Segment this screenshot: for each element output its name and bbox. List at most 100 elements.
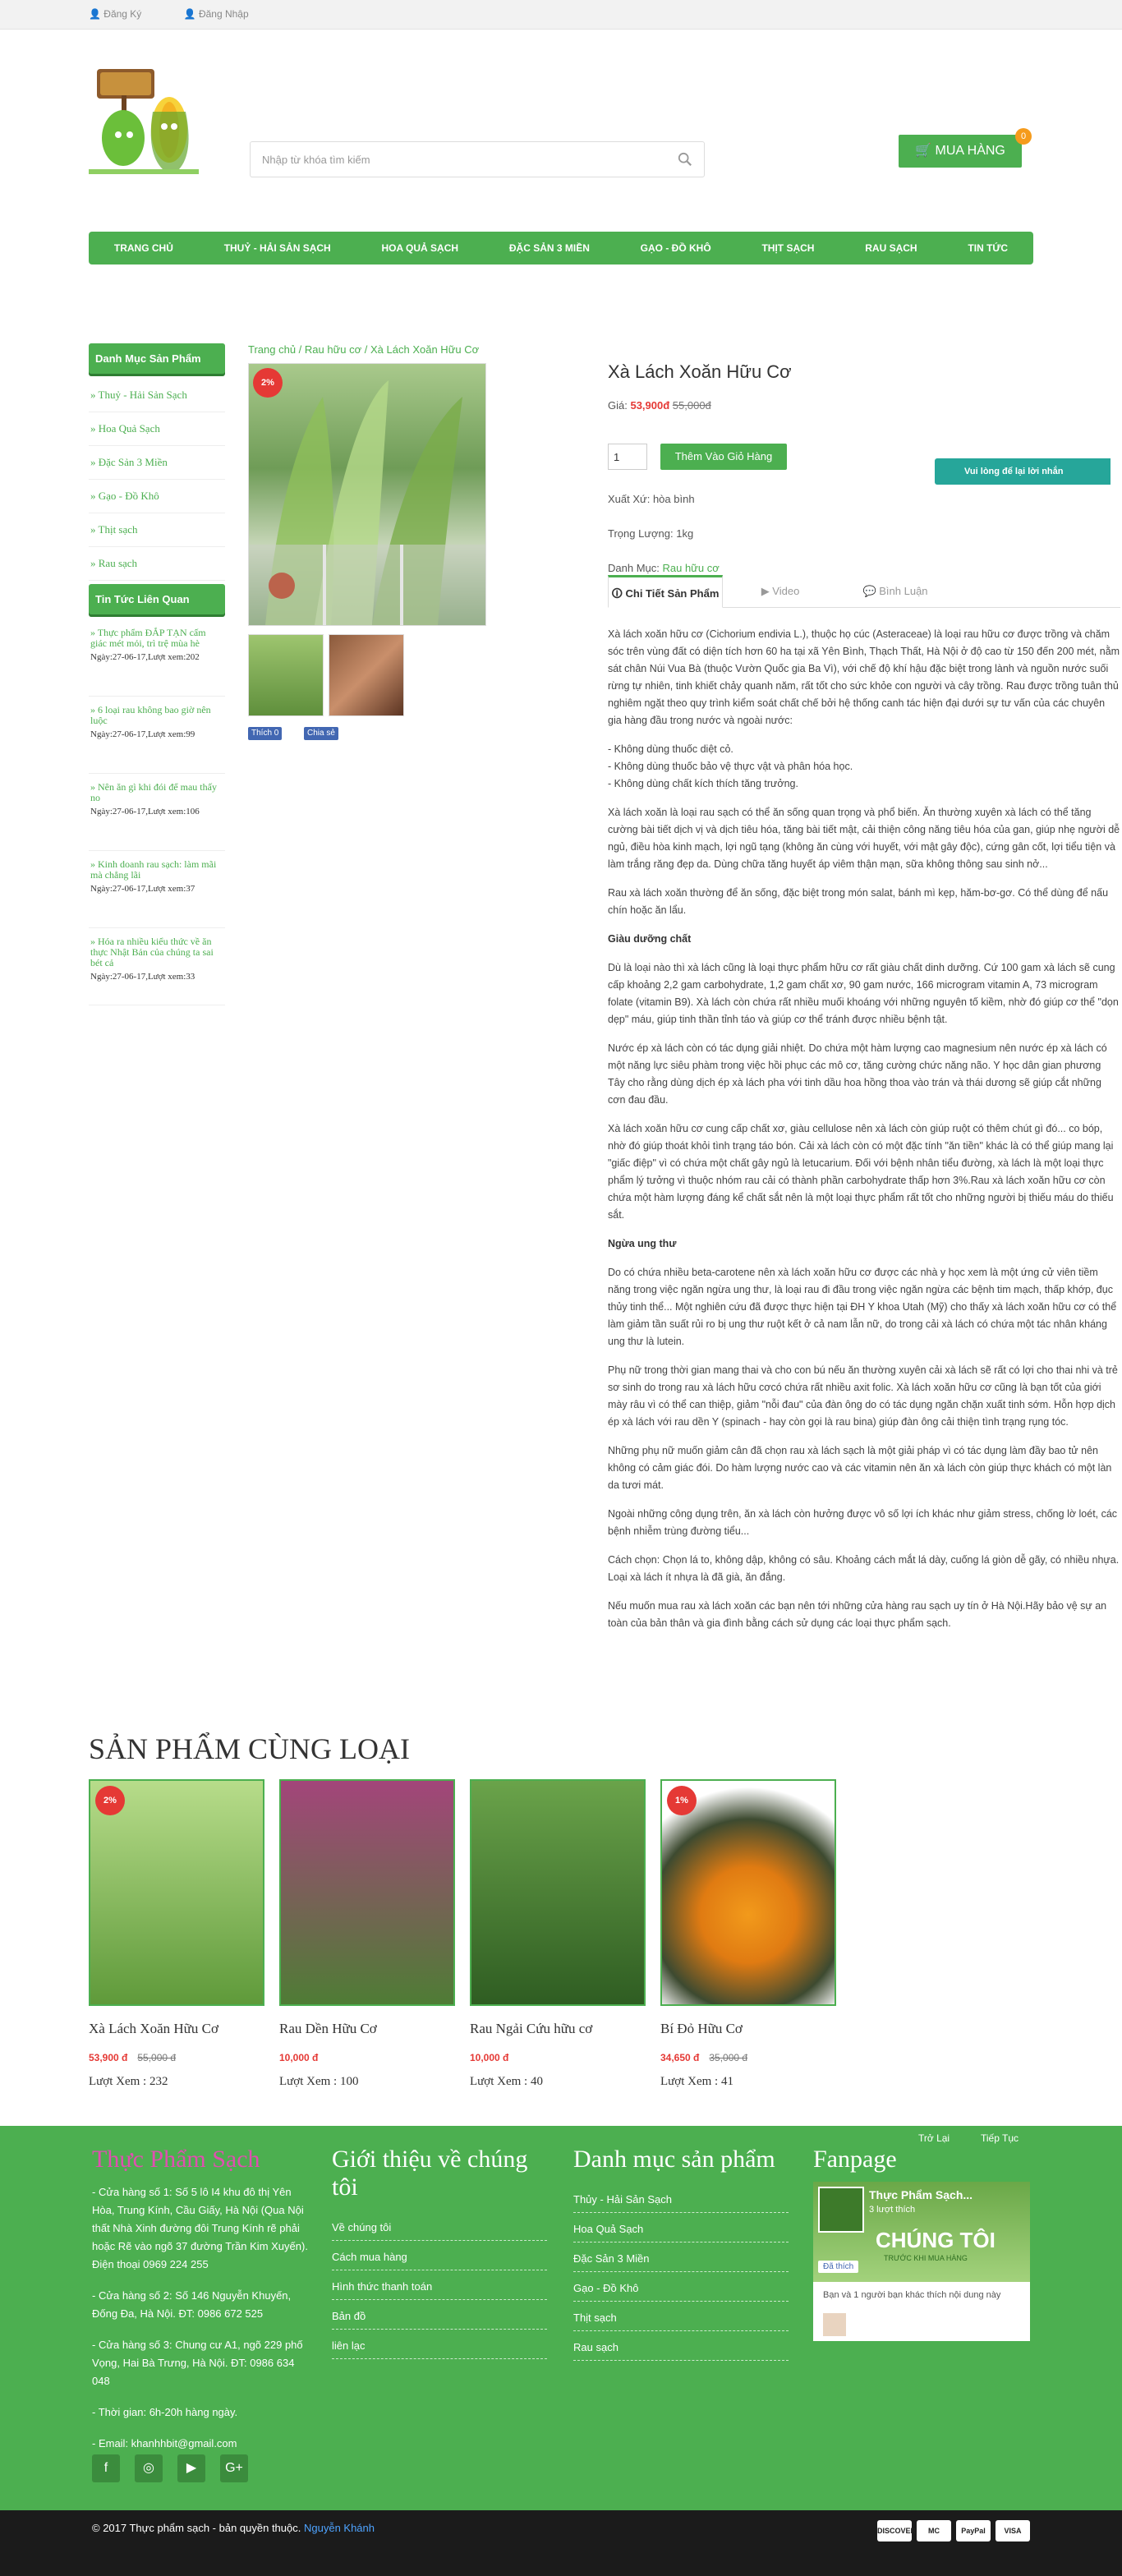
register-link[interactable]: 👤 Đăng Ký: [89, 8, 161, 20]
tab-icon: 💬: [862, 585, 880, 597]
tab-label: Chi Tiết Sản Phẩm: [625, 587, 720, 600]
news-title[interactable]: » 6 loại rau không bao giờ nên luộc: [90, 705, 223, 726]
description-paragraph: Nếu muốn mua rau xà lách xoăn các bạn nê…: [608, 1600, 1107, 1629]
related-product-image[interactable]: 2%: [89, 1779, 264, 2006]
related-product-image[interactable]: [470, 1779, 646, 2006]
news-title[interactable]: » Hóa ra nhiều kiểu thức về ăn thực Nhật…: [90, 936, 223, 968]
related-product-image[interactable]: [279, 1779, 455, 2006]
related-product-card[interactable]: 1% Bí Đỏ Hữu Cơ 34,650 đ 35,000 đ Lượt Xem :…: [660, 1779, 836, 2089]
product-main-image[interactable]: [248, 363, 486, 626]
nav-item[interactable]: TIN TỨC: [968, 242, 1008, 254]
price: 34,650 đ: [660, 2052, 700, 2063]
related-product-name[interactable]: Bí Đỏ Hữu Cơ: [660, 2021, 836, 2037]
related-product-card[interactable]: Rau Dền Hữu Cơ 10,000 đ Lượt Xem : 100: [279, 1779, 455, 2089]
fb-banner: CHÚNG TÔI: [876, 2228, 996, 2252]
paypal-icon: PayPal: [956, 2520, 991, 2542]
search-icon[interactable]: [678, 152, 692, 167]
copyright-text: © 2017 Thực phẩm sạch - bản quyền thuộc.…: [92, 2522, 375, 2534]
footer-about-link[interactable]: Cách mua hàng: [332, 2241, 547, 2270]
related-product-card[interactable]: Rau Ngải Cứu hữu cơ 10,000 đ Lượt Xem : 40: [470, 1779, 646, 2089]
footer-about-link[interactable]: liên lạc: [332, 2330, 547, 2359]
breadcrumb-sep: /: [296, 343, 305, 356]
news-item[interactable]: » Kinh doanh rau sạch: làm mãi mà chẳng …: [89, 851, 225, 928]
product-title: Xà Lách Xoăn Hữu Cơ: [608, 361, 792, 382]
sidebar: Danh Mục Sản Phẩm » Thuỷ - Hải Sản Sạch»…: [89, 343, 225, 1005]
category-label: Danh Mục:: [608, 562, 663, 574]
news-item[interactable]: » Thực phẩm ĐẮP TẠN cấm giác mét mỏi, tr…: [89, 619, 225, 697]
product-tabs: 🛈 Chi Tiết Sản Phẩm ▶ Video 💬 Bình Luận: [608, 575, 1120, 608]
news-item[interactable]: » Hóa ra nhiều kiểu thức về ăn thực Nhật…: [89, 928, 225, 1005]
footer-category-link[interactable]: Rau sạch: [573, 2331, 789, 2361]
footer-category-link[interactable]: Thủy - Hải Sản Sạch: [573, 2183, 789, 2213]
facebook-like-button[interactable]: Thích 0: [248, 727, 283, 740]
product-thumbnail[interactable]: [329, 634, 404, 716]
breadcrumb-category[interactable]: Rau hữu cơ: [305, 343, 361, 356]
nav-item[interactable]: RAU SẠCH: [865, 242, 917, 254]
footer: Thực Phẩm Sạch - Cửa hàng số 1: Số 5 lô …: [0, 2126, 1122, 2510]
search-input[interactable]: Nhập từ khóa tìm kiếm: [250, 141, 705, 177]
product-thumbnail[interactable]: [248, 634, 324, 716]
category-link[interactable]: Rau hữu cơ: [662, 562, 719, 574]
news-title[interactable]: » Kinh doanh rau sạch: làm mãi mà chẳng …: [90, 859, 223, 881]
sidebar-category-item[interactable]: » Hoa Quả Sạch: [89, 412, 225, 446]
description-paragraph: Phụ nữ trong thời gian mang thai và cho …: [608, 1364, 1118, 1428]
footer-category-link[interactable]: Đặc Sản 3 Miền: [573, 2242, 789, 2272]
footer-about: Giới thiệu về chúng tôi Về chúng tôi Cách…: [332, 2146, 554, 2359]
sidebar-category-item[interactable]: » Thuỷ - Hải Sản Sạch: [89, 379, 225, 412]
related-product-name[interactable]: Xà Lách Xoăn Hữu Cơ: [89, 2021, 264, 2037]
login-link[interactable]: 👤 Đăng Nhập: [184, 8, 269, 20]
nav-item[interactable]: THUỶ - HẢI SẢN SẠCH: [224, 242, 331, 254]
instagram-icon[interactable]: ◎: [135, 2454, 163, 2482]
footer-category-link[interactable]: Gạo - Đồ Khô: [573, 2272, 789, 2302]
tab-video[interactable]: ▶ Video: [723, 575, 838, 607]
nav-item[interactable]: GẠO - ĐỒ KHÔ: [641, 242, 711, 254]
news-title[interactable]: » Nên ăn gì khi đói để mau thấy no: [90, 782, 223, 803]
footer-about-link[interactable]: Về chúng tôi: [332, 2211, 547, 2241]
chat-button[interactable]: Vui lòng để lại lời nhắn: [935, 458, 1111, 485]
nav-item[interactable]: TRANG CHỦ: [114, 242, 173, 254]
facebook-widget[interactable]: Thực Phẩm Sạch... 3 lượt thích CHÚNG TÔI…: [813, 2182, 1030, 2341]
news-item[interactable]: » 6 loại rau không bao giờ nên luộc Ngày:…: [89, 697, 225, 774]
nav-item[interactable]: HOA QUẢ SẠCH: [382, 242, 459, 254]
tab-comments[interactable]: 💬 Bình Luận: [838, 575, 953, 607]
news-title[interactable]: » Thực phẩm ĐẮP TẠN cấm giác mét mỏi, tr…: [90, 628, 223, 649]
author-link[interactable]: Nguyễn Khánh: [304, 2522, 375, 2534]
related-product-views: Lượt Xem : 100: [279, 2075, 359, 2088]
sidebar-category-item[interactable]: » Gạo - Đồ Khô: [89, 480, 225, 513]
footer-about-link[interactable]: Bản đồ: [332, 2300, 547, 2330]
related-product-name[interactable]: Rau Dền Hữu Cơ: [279, 2021, 455, 2037]
footer-about-link[interactable]: Hình thức thanh toán: [332, 2270, 547, 2300]
related-product-card[interactable]: 2% Xà Lách Xoăn Hữu Cơ 53,900 đ 55,000 đ Lượ…: [89, 1779, 264, 2089]
footer-category-link[interactable]: Thịt sạch: [573, 2302, 789, 2331]
news-item[interactable]: » Nên ăn gì khi đói để mau thấy no Ngày:2…: [89, 774, 225, 851]
breadcrumb-home[interactable]: Trang chủ: [248, 343, 296, 356]
next-link[interactable]: Tiếp Tục: [981, 2132, 1019, 2144]
visa-icon: VISA: [996, 2520, 1030, 2542]
back-link[interactable]: Trở Lại: [918, 2132, 950, 2144]
nav-item[interactable]: ĐẶC SẢN 3 MIỀN: [509, 242, 590, 254]
related-product-name[interactable]: Rau Ngải Cứu hữu cơ: [470, 2021, 646, 2037]
youtube-icon[interactable]: ▶: [177, 2454, 205, 2482]
footer-fanpage: Trở Lại Tiếp Tục Fanpage Thực Phẩm Sạch.…: [813, 2132, 1032, 2341]
tab-icon: ▶: [761, 585, 773, 597]
logo[interactable]: [89, 62, 199, 177]
google-plus-icon[interactable]: G+: [220, 2454, 248, 2482]
facebook-icon[interactable]: f: [92, 2454, 120, 2482]
add-to-cart-button[interactable]: Thêm Vào Giỏ Hàng: [660, 444, 787, 470]
description-paragraph: Xà lách xoăn là loại rau sạch có thể ăn …: [608, 807, 1120, 870]
footer-address-line: - Cửa hàng số 2: Số 146 Nguyễn Khuyến, Đ…: [92, 2289, 292, 2320]
tab-details[interactable]: 🛈 Chi Tiết Sản Phẩm: [608, 575, 723, 608]
nav-item[interactable]: THỊT SẠCH: [761, 242, 814, 254]
footer-category-link[interactable]: Hoa Quả Sạch: [573, 2213, 789, 2242]
related-product-views: Lượt Xem : 232: [89, 2075, 168, 2088]
fb-liked-button[interactable]: Đã thích: [818, 2261, 859, 2273]
payment-cards: DISCOVER MC PayPal VISA: [877, 2520, 1030, 2542]
related-product-image[interactable]: 1%: [660, 1779, 836, 2006]
cart-button[interactable]: 🛒 MUA HÀNG: [899, 135, 1022, 168]
sidebar-category-item[interactable]: » Đặc Sản 3 Miền: [89, 446, 225, 480]
sidebar-category-item[interactable]: » Rau sạch: [89, 547, 225, 581]
facebook-share-button[interactable]: Chia sẻ: [304, 727, 338, 740]
sidebar-category-item[interactable]: » Thịt sạch: [89, 513, 225, 547]
product-origin: Xuất Xứ: hòa bình: [608, 493, 695, 505]
quantity-input[interactable]: 1: [608, 444, 647, 470]
